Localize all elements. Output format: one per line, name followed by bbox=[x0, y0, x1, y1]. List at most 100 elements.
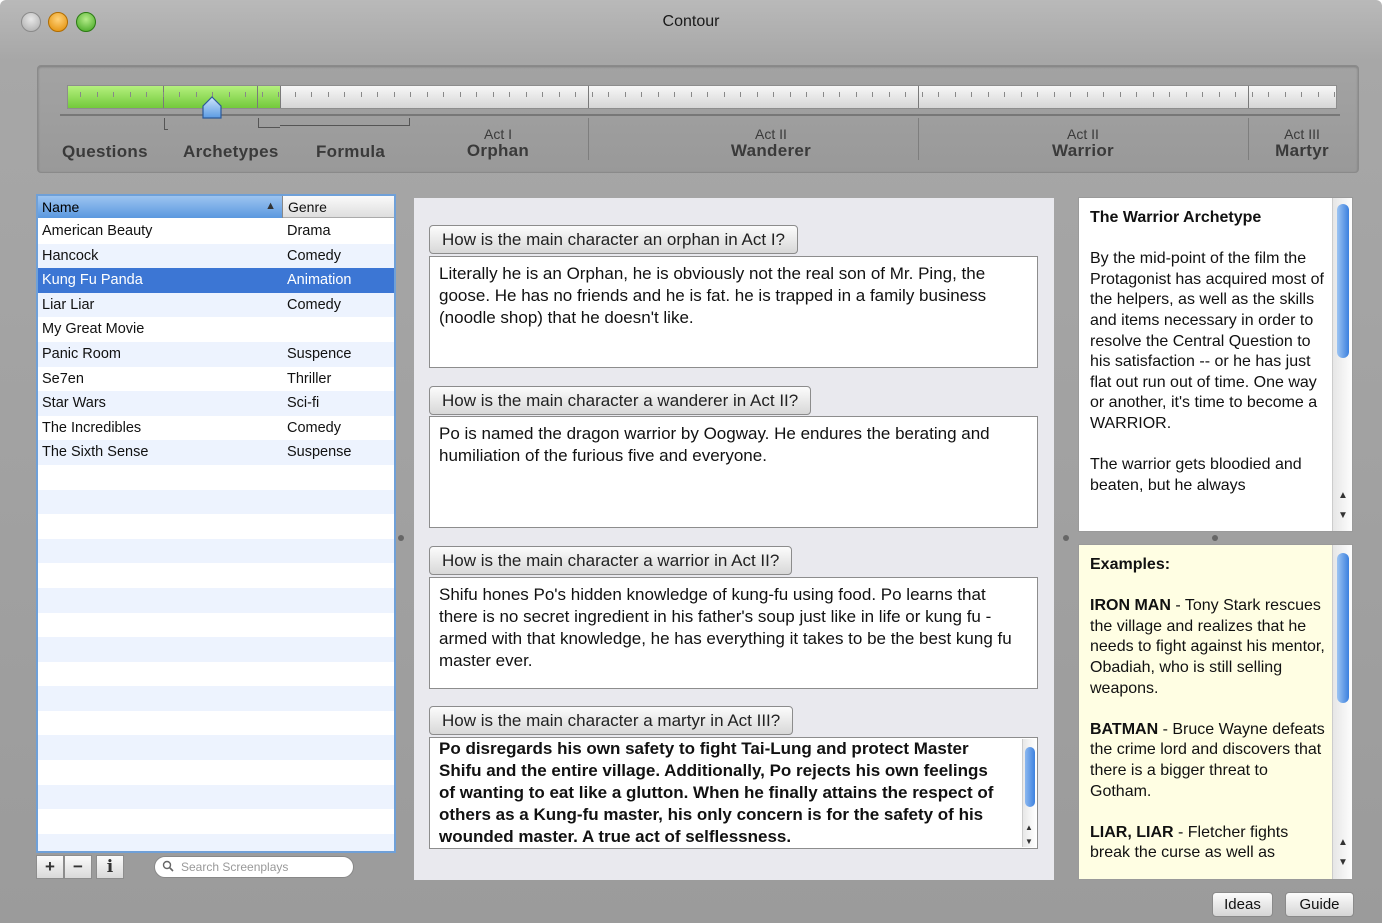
timeline-tick bbox=[1252, 92, 1253, 97]
timeline-tick bbox=[1070, 92, 1071, 97]
column-header-genre[interactable]: Genre bbox=[284, 196, 394, 218]
scroll-down-icon[interactable]: ▼ bbox=[1338, 510, 1348, 521]
empty-row bbox=[38, 833, 394, 851]
info-button[interactable]: i bbox=[96, 855, 124, 879]
cell-name: Liar Liar bbox=[42, 296, 95, 313]
empty-row bbox=[38, 662, 394, 687]
answer-wanderer-field[interactable]: Po is named the dragon warrior by Oogway… bbox=[429, 416, 1038, 528]
answer-warrior-field[interactable]: Shifu hones Po's hidden knowledge of kun… bbox=[429, 577, 1038, 689]
example-title: BATMAN bbox=[1090, 720, 1159, 738]
timeline-tick bbox=[1334, 92, 1335, 97]
act-divider bbox=[1248, 118, 1249, 160]
search-screenplays-field[interactable]: Search Screenplays bbox=[154, 856, 354, 878]
table-row[interactable]: Hancock Comedy bbox=[38, 243, 394, 269]
empty-row bbox=[38, 760, 394, 785]
act-martyr[interactable]: Act III Martyr bbox=[1260, 126, 1344, 160]
column-header-name[interactable]: Name ▲ bbox=[38, 196, 283, 218]
timeline-tick bbox=[1087, 92, 1088, 97]
act-warrior[interactable]: Act II Warrior bbox=[1023, 126, 1143, 160]
timeline-tick bbox=[740, 92, 741, 97]
scrollbar-thumb[interactable] bbox=[1025, 747, 1035, 807]
scroll-down-icon[interactable]: ▼ bbox=[1025, 831, 1033, 848]
timeline-tick bbox=[526, 92, 527, 97]
answer-martyr-field[interactable]: Po disregards his own safety to fight Ta… bbox=[429, 737, 1038, 849]
answer-orphan-field[interactable]: Literally he is an Orphan, he is obvious… bbox=[429, 256, 1038, 368]
example-item: IRON MAN - Tony Stark rescues the villag… bbox=[1090, 596, 1330, 699]
timeline-tick bbox=[905, 92, 906, 97]
answer-martyr-scrollbar[interactable]: ▲ ▼ bbox=[1022, 739, 1036, 847]
table-row[interactable]: Liar Liar Comedy bbox=[38, 292, 394, 318]
timeline-tick bbox=[146, 92, 147, 97]
stage-archetypes[interactable]: Archetypes bbox=[183, 142, 279, 162]
slider-knob-icon bbox=[202, 96, 222, 119]
timeline-tick bbox=[790, 92, 791, 97]
archetype-scrollbar[interactable]: ▲ ▼ bbox=[1332, 198, 1352, 531]
empty-row bbox=[38, 514, 394, 539]
timeline-tick bbox=[311, 92, 312, 97]
timeline-tick bbox=[80, 92, 81, 97]
scroll-up-icon[interactable]: ▲ bbox=[1338, 837, 1348, 848]
timeline-tick bbox=[1268, 92, 1269, 97]
question-martyr-button[interactable]: How is the main character a martyr in Ac… bbox=[429, 706, 794, 735]
table-body: American Beauty Drama Hancock Comedy Kung Fu… bbox=[38, 219, 394, 851]
timeline-tick bbox=[1285, 92, 1286, 97]
scroll-down-icon[interactable]: ▼ bbox=[1338, 857, 1348, 868]
timeline-tick bbox=[872, 92, 873, 97]
table-row[interactable]: The Sixth Sense Suspense bbox=[38, 440, 394, 465]
table-row[interactable]: Star Wars Sci-fi bbox=[38, 391, 394, 416]
stage-questions[interactable]: Questions bbox=[62, 142, 148, 162]
timeline-tick bbox=[724, 92, 725, 97]
scrollbar-thumb[interactable] bbox=[1337, 553, 1349, 703]
timeline-tick bbox=[427, 92, 428, 97]
empty-row bbox=[38, 465, 394, 490]
examples-heading: Examples: bbox=[1090, 556, 1171, 573]
act-number: Act II bbox=[755, 126, 787, 142]
answer-martyr-text: Po disregards his own safety to fight Ta… bbox=[439, 739, 994, 846]
split-view-handle[interactable] bbox=[398, 535, 404, 541]
scroll-up-icon[interactable]: ▲ bbox=[1338, 490, 1348, 501]
timeline-tick bbox=[1054, 92, 1055, 97]
table-row[interactable]: Panic Room Suspence bbox=[38, 341, 394, 367]
timeline-tick bbox=[196, 92, 197, 97]
timeline-slider-knob[interactable] bbox=[202, 96, 222, 120]
examples-scrollbar[interactable]: ▲ ▼ bbox=[1332, 545, 1352, 879]
question-warrior-button[interactable]: How is the main character a warrior in A… bbox=[429, 546, 793, 575]
split-view-handle[interactable] bbox=[1212, 535, 1218, 541]
guide-button[interactable]: Guide bbox=[1285, 892, 1354, 917]
cell-name: Star Wars bbox=[42, 395, 106, 412]
empty-row bbox=[38, 735, 394, 761]
table-row[interactable]: My Great Movie bbox=[38, 317, 394, 342]
act-wanderer[interactable]: Act II Wanderer bbox=[706, 126, 836, 160]
timeline-tick bbox=[328, 92, 329, 97]
act-name: Warrior bbox=[1052, 141, 1114, 160]
question-orphan-button[interactable]: How is the main character an orphan in A… bbox=[429, 225, 799, 254]
add-screenplay-button[interactable]: + bbox=[36, 855, 64, 879]
table-row[interactable]: Kung Fu Panda Animation bbox=[38, 268, 394, 293]
cell-name: Hancock bbox=[42, 247, 99, 264]
split-view-handle[interactable] bbox=[1063, 535, 1069, 541]
table-row[interactable]: Se7en Thriller bbox=[38, 367, 394, 392]
scrollbar-thumb[interactable] bbox=[1337, 204, 1349, 358]
timeline-track[interactable] bbox=[67, 85, 1337, 109]
cell-name: Se7en bbox=[42, 370, 84, 387]
timeline-segment-divider bbox=[163, 86, 164, 108]
timeline-tick bbox=[674, 92, 675, 97]
timeline-tick bbox=[1235, 92, 1236, 97]
ideas-button[interactable]: Ideas bbox=[1212, 892, 1273, 917]
stage-bracket bbox=[258, 118, 280, 128]
remove-screenplay-button[interactable]: − bbox=[64, 855, 92, 879]
stage-formula[interactable]: Formula bbox=[316, 142, 385, 162]
app-window: Contour Questions Archetypes Formula Act… bbox=[0, 0, 1382, 923]
table-row[interactable]: The Incredibles Comedy bbox=[38, 416, 394, 441]
act-orphan[interactable]: Act I Orphan bbox=[438, 126, 558, 160]
timeline-tick bbox=[460, 92, 461, 97]
search-placeholder: Search Screenplays bbox=[181, 860, 289, 874]
timeline-tick bbox=[971, 92, 972, 97]
question-wanderer-button[interactable]: How is the main character a wanderer in … bbox=[429, 386, 812, 415]
timeline-tick bbox=[1169, 92, 1170, 97]
timeline-tick bbox=[361, 92, 362, 97]
cell-genre: Animation bbox=[287, 272, 352, 289]
timeline-tick bbox=[1318, 92, 1319, 97]
table-row[interactable]: American Beauty Drama bbox=[38, 219, 394, 244]
timeline-tick bbox=[1103, 92, 1104, 97]
